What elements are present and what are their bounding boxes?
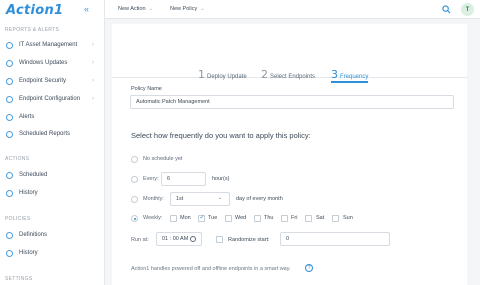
sidebar: Action1 « REPORTS & ALERTS IT Asset Mana…: [0, 0, 105, 285]
avatar[interactable]: T: [461, 3, 474, 16]
sidebar-item-actions-history[interactable]: History: [0, 186, 104, 200]
asset-icon: [6, 41, 13, 49]
sidebar-item-label: History: [19, 190, 38, 196]
sidebar-item-label: Endpoint Security: [19, 78, 67, 84]
sidebar-item-label: Alerts: [19, 114, 35, 120]
section-actions: ACTIONS: [5, 156, 30, 162]
checkbox-sun[interactable]: [332, 215, 339, 222]
sidebar-item-label: Endpoint Configuration: [19, 96, 81, 102]
action1-logo: Action1: [6, 3, 64, 18]
chevron-right-icon: ›: [92, 60, 94, 66]
policy-name-label: Policy Name: [131, 86, 162, 92]
section-policies: POLICIES: [5, 216, 31, 222]
monthly-suffix-label: day of every month: [236, 196, 283, 202]
chevron-right-icon: ›: [92, 78, 94, 84]
sidebar-item-windows-updates[interactable]: Windows Updates ›: [0, 56, 104, 70]
collapse-sidebar-icon[interactable]: «: [84, 4, 89, 14]
day-label-wed: Wed: [235, 215, 247, 221]
checkbox-thu[interactable]: [254, 215, 261, 222]
shield-icon: [6, 77, 13, 85]
top-bar: New Action ⌄ New Policy ⌄: [105, 0, 480, 19]
new-action-menu[interactable]: New Action ⌄: [118, 6, 153, 12]
radio-weekly[interactable]: [131, 215, 138, 222]
step-frequency[interactable]: 3 Frequency: [331, 65, 369, 83]
alert-icon: [6, 113, 13, 121]
sidebar-item-label: Scheduled: [19, 172, 48, 178]
sidebar-item-label: History: [19, 250, 38, 256]
chevron-down-icon: ⌄: [200, 6, 205, 12]
updates-icon: [6, 59, 13, 67]
sidebar-item-endpoint-configuration[interactable]: Endpoint Configuration ›: [0, 92, 104, 106]
sidebar-item-label: Windows Updates: [19, 60, 68, 66]
step-label: Frequency: [340, 74, 369, 80]
day-label-tue: Tue: [208, 215, 218, 221]
step-select-endpoints[interactable]: 2 Select Endpoints: [261, 65, 315, 83]
policy-name-field[interactable]: Automatic Patch Management: [130, 95, 454, 109]
sidebar-item-policies-history[interactable]: History: [0, 246, 104, 260]
checkbox-sat[interactable]: [305, 215, 312, 222]
sidebar-item-scheduled-reports[interactable]: Scheduled Reports: [0, 127, 104, 141]
sidebar-item-endpoint-security[interactable]: Endpoint Security ›: [0, 74, 104, 88]
step-label: Select Endpoints: [270, 74, 316, 80]
sidebar-item-label: IT Asset Management: [19, 42, 78, 48]
day-label-thu: Thu: [264, 215, 274, 221]
calendar-icon: [6, 171, 13, 179]
step-deploy-update[interactable]: 1 Deploy Update: [198, 65, 247, 83]
step-number: 1: [198, 68, 205, 81]
every-label: Every:: [143, 176, 159, 182]
radio-no-schedule[interactable]: [131, 156, 138, 163]
checkbox-tue[interactable]: [198, 214, 205, 222]
report-icon: [6, 130, 13, 138]
chevron-down-icon: ⌄: [218, 195, 223, 201]
step-number: 2: [261, 68, 268, 81]
sidebar-item-definitions[interactable]: Definitions: [0, 228, 104, 242]
sidebar-item-it-asset-management[interactable]: IT Asset Management ›: [0, 38, 104, 52]
monthly-label: Monthly:: [143, 196, 164, 202]
run-at-label: Run at:: [131, 237, 149, 243]
day-label-sat: Sat: [316, 215, 325, 221]
history-icon: [6, 189, 13, 197]
day-label-fri: Fri: [291, 215, 298, 221]
offline-endpoints-note: Action1 handles powered off and offline …: [131, 266, 291, 272]
clock-icon: [190, 236, 196, 242]
chevron-right-icon: ›: [92, 96, 94, 102]
definitions-icon: [6, 231, 13, 239]
randomize-start-input[interactable]: 0: [280, 232, 390, 246]
help-icon[interactable]: ?: [305, 264, 313, 272]
radio-every[interactable]: [131, 176, 138, 183]
checkbox-randomize-start[interactable]: [216, 236, 223, 243]
sidebar-item-scheduled[interactable]: Scheduled: [0, 168, 104, 182]
new-action-label: New Action: [118, 6, 146, 12]
gear-icon: [6, 95, 13, 103]
wizard-steps: 1 Deploy Update 2 Select Endpoints 3 Freque…: [112, 54, 467, 83]
every-unit-label: hour(s): [212, 176, 230, 182]
section-reports-alerts: REPORTS & ALERTS: [5, 27, 60, 33]
checkbox-fri[interactable]: [281, 215, 288, 222]
step-number: 3: [331, 68, 338, 81]
randomize-start-label: Randomize start:: [228, 237, 270, 243]
history-icon: [6, 249, 13, 257]
search-icon[interactable]: [442, 5, 451, 14]
sidebar-item-label: Definitions: [19, 232, 48, 238]
chevron-down-icon: ⌄: [148, 6, 154, 12]
every-hours-input[interactable]: 6: [161, 172, 206, 186]
run-at-time-value: 01 : 00 AM: [162, 236, 189, 242]
section-settings: SETTINGS: [5, 276, 33, 282]
checkbox-wed[interactable]: [225, 215, 232, 222]
checkbox-mon[interactable]: [170, 215, 177, 222]
radio-monthly[interactable]: [131, 196, 138, 203]
frequency-question: Select how frequently do you want to app…: [131, 131, 311, 140]
no-schedule-label: No schedule yet: [143, 156, 183, 162]
day-label-sun: Sun: [343, 215, 353, 221]
chevron-right-icon: ›: [92, 42, 94, 48]
weekly-label: Weekly:: [143, 215, 163, 221]
monthly-day-value: 1st: [176, 196, 184, 202]
sidebar-item-label: Scheduled Reports: [19, 131, 71, 137]
new-policy-label: New Policy: [170, 6, 198, 12]
sidebar-item-alerts[interactable]: Alerts: [0, 110, 104, 124]
day-label-mon: Mon: [180, 215, 191, 221]
new-policy-menu[interactable]: New Policy ⌄: [170, 6, 205, 12]
step-label: Deploy Update: [207, 74, 247, 80]
